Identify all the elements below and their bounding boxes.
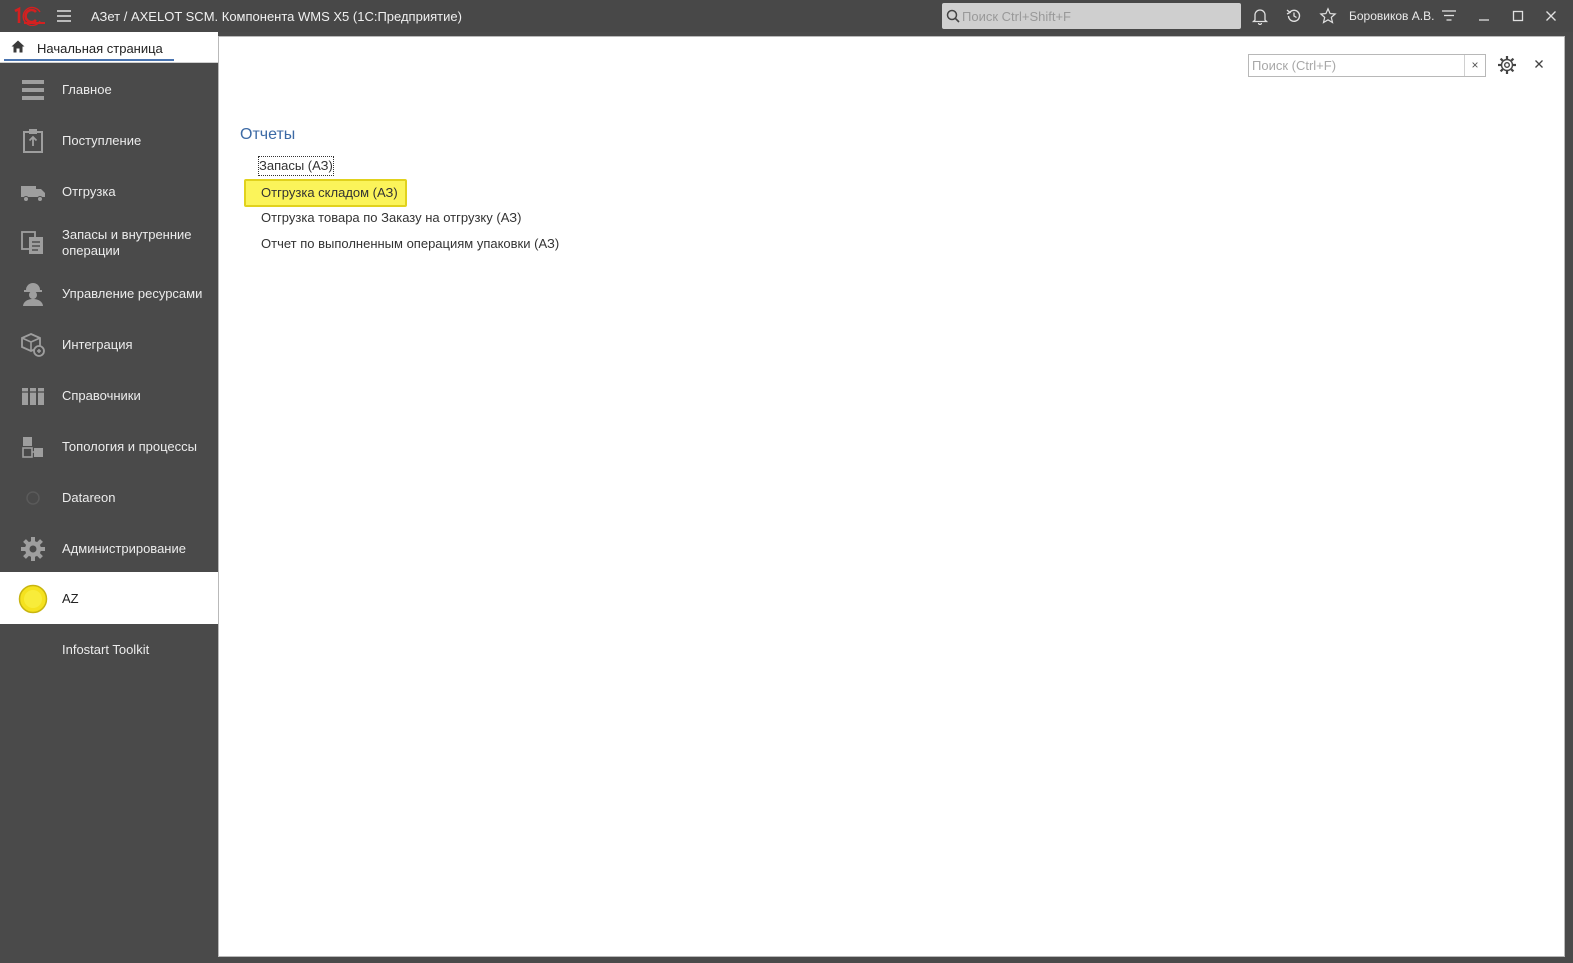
sidebar: Главное Поступление Отгрузка Запасы и вн… bbox=[0, 64, 218, 963]
sidebar-item-az[interactable]: AZ bbox=[0, 572, 218, 624]
tab-home-label: Начальная страница bbox=[37, 41, 163, 56]
main-panel: × Отчеты Запасы (АЗ) Отгр bbox=[218, 36, 1565, 957]
datareon-icon bbox=[20, 485, 46, 511]
sidebar-item-label: Управление ресурсами bbox=[62, 286, 203, 301]
settings-gear-icon[interactable] bbox=[1497, 55, 1517, 75]
topology-icon bbox=[20, 434, 46, 460]
sidebar-item-label: Infostart Toolkit bbox=[62, 642, 150, 657]
lines-icon bbox=[20, 77, 46, 103]
sidebar-item-label: Datareon bbox=[62, 490, 116, 505]
books-icon bbox=[20, 383, 46, 409]
report-link-warehouse-shipment[interactable]: Отгрузка складом (АЗ) bbox=[244, 179, 407, 207]
sidebar-item-label: Топология и процессы bbox=[62, 439, 198, 454]
menu-icon[interactable] bbox=[55, 7, 73, 25]
truck-icon bbox=[20, 179, 46, 205]
sidebar-item-infostart[interactable]: Infostart Toolkit bbox=[0, 624, 218, 675]
sidebar-item-label: Поступление bbox=[62, 133, 142, 148]
section-search-input[interactable] bbox=[1252, 57, 1462, 74]
user-name[interactable]: Боровиков А.В. bbox=[1349, 9, 1434, 23]
receipt-icon bbox=[20, 128, 46, 154]
yellow-circle-icon bbox=[18, 584, 48, 614]
sidebar-item-label: Главное bbox=[62, 82, 112, 97]
sidebar-item-label: AZ bbox=[62, 591, 79, 606]
sidebar-item-topology[interactable]: Топология и процессы bbox=[0, 421, 218, 472]
star-icon[interactable] bbox=[1319, 7, 1337, 25]
bell-icon[interactable] bbox=[1251, 7, 1269, 25]
tab-home[interactable]: Начальная страница bbox=[4, 34, 174, 61]
search-icon bbox=[946, 9, 960, 23]
sidebar-item-label: Справочники bbox=[62, 388, 141, 403]
sidebar-item-label: Запасы и внутренние операции bbox=[62, 227, 192, 258]
documents-icon bbox=[20, 230, 46, 256]
sidebar-item-datareon[interactable]: Datareon bbox=[0, 472, 218, 523]
sidebar-item-receipt[interactable]: Поступление bbox=[0, 115, 218, 166]
sidebar-item-main[interactable]: Главное bbox=[0, 64, 218, 115]
report-link-stock[interactable]: Запасы (АЗ) bbox=[258, 156, 334, 176]
window-title: АЗет / AXELOT SCM. Компонента WMS X5 (1С… bbox=[91, 9, 462, 24]
global-search-input[interactable] bbox=[962, 6, 1232, 26]
box-integration-icon bbox=[20, 332, 46, 358]
sidebar-item-shipment[interactable]: Отгрузка bbox=[0, 166, 218, 217]
close-panel-icon[interactable] bbox=[1532, 57, 1546, 71]
title-bar: АЗет / AXELOT SCM. Компонента WMS X5 (1С… bbox=[0, 0, 1573, 32]
sidebar-item-label: Интеграция bbox=[62, 337, 133, 352]
sidebar-item-administration[interactable]: Администрирование bbox=[0, 523, 218, 574]
clear-search-button[interactable]: × bbox=[1464, 55, 1485, 76]
maximize-icon[interactable] bbox=[1509, 7, 1527, 25]
sidebar-item-resources[interactable]: Управление ресурсами bbox=[0, 268, 218, 319]
worker-icon bbox=[20, 281, 46, 307]
sidebar-item-integration[interactable]: Интеграция bbox=[0, 319, 218, 370]
1c-logo-icon[interactable] bbox=[12, 6, 46, 26]
gear-icon bbox=[20, 536, 46, 562]
report-link-order-shipment[interactable]: Отгрузка товара по Заказу на отгрузку (А… bbox=[261, 209, 521, 227]
report-link-packing-operations[interactable]: Отчет по выполненным операциям упаковки … bbox=[261, 235, 559, 253]
reports-section-title: Отчеты bbox=[240, 126, 296, 143]
history-icon[interactable] bbox=[1285, 7, 1303, 25]
global-search[interactable] bbox=[942, 3, 1241, 29]
minimize-icon[interactable] bbox=[1475, 7, 1493, 25]
sidebar-item-stock[interactable]: Запасы и внутренние операции bbox=[0, 217, 218, 268]
close-icon[interactable] bbox=[1542, 7, 1560, 25]
section-search[interactable]: × bbox=[1248, 54, 1486, 77]
sidebar-item-label: Администрирование bbox=[62, 541, 186, 556]
filter-icon[interactable] bbox=[1440, 7, 1458, 25]
sidebar-item-catalogs[interactable]: Справочники bbox=[0, 370, 218, 421]
sidebar-item-label: Отгрузка bbox=[62, 184, 116, 199]
home-icon bbox=[11, 40, 25, 53]
tab-strip: Начальная страница bbox=[0, 32, 218, 63]
